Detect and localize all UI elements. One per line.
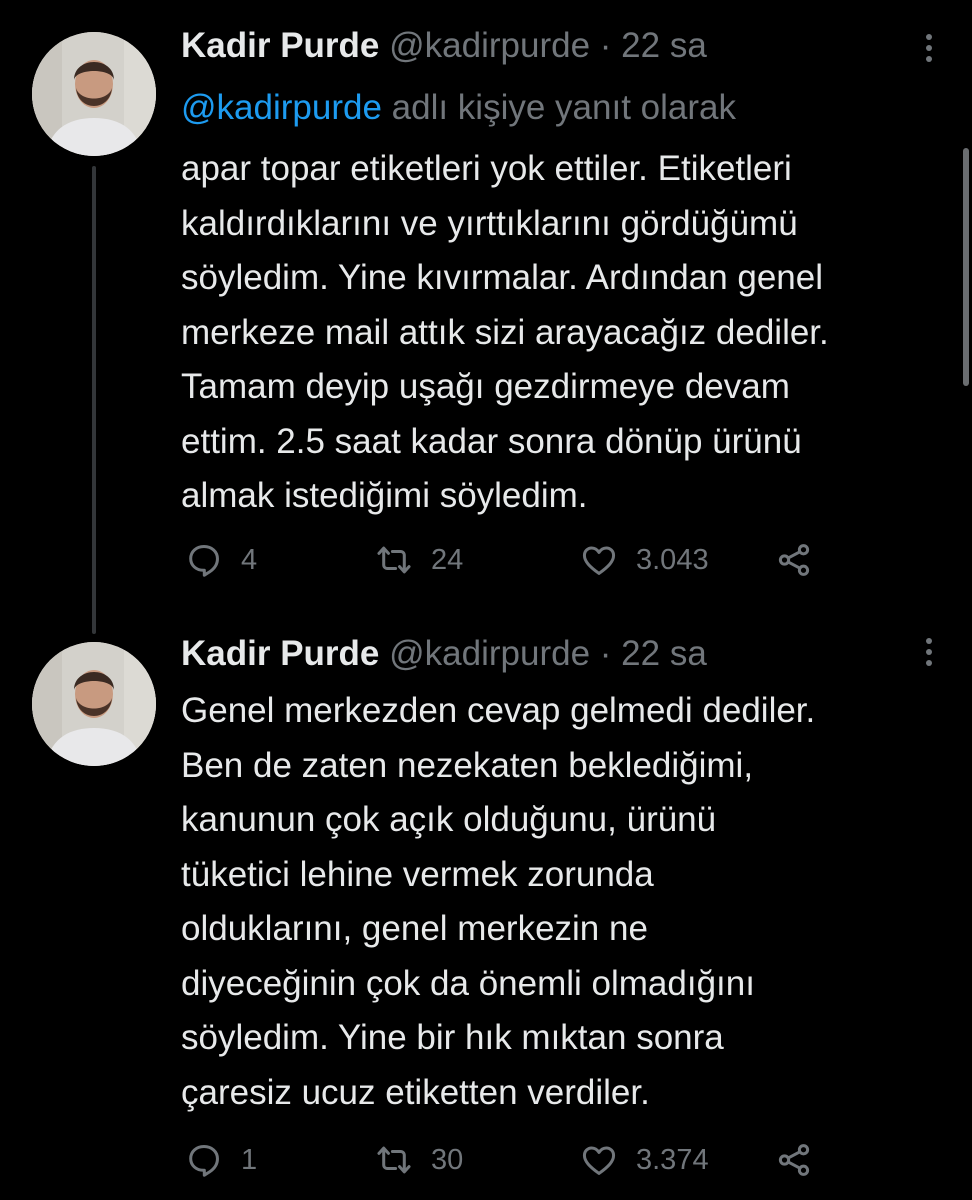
separator: · bbox=[599, 634, 612, 673]
avatar[interactable] bbox=[32, 32, 156, 156]
like-count: 3.374 bbox=[636, 1143, 709, 1176]
share-button[interactable] bbox=[775, 1140, 813, 1180]
more-options-icon bbox=[926, 34, 932, 40]
tweet-header: Kadir Purde @kadirpurde · 22 sa bbox=[181, 24, 912, 68]
reply-button[interactable]: 1 bbox=[185, 1140, 257, 1180]
more-options-button[interactable] bbox=[924, 34, 934, 67]
reply-count: 4 bbox=[241, 543, 258, 576]
more-options-button[interactable] bbox=[924, 638, 934, 671]
separator: · bbox=[599, 26, 612, 65]
like-button[interactable]: 3.374 bbox=[580, 1140, 709, 1180]
tweet-text: apar topar etiketleri yok ettiler. Etike… bbox=[181, 149, 829, 515]
more-options-icon bbox=[926, 638, 932, 644]
share-button[interactable] bbox=[775, 540, 813, 580]
reply-icon bbox=[189, 545, 219, 577]
timestamp[interactable]: 22 sa bbox=[621, 634, 707, 673]
avatar-image bbox=[32, 642, 156, 766]
retweet-icon bbox=[377, 1146, 411, 1174]
retweet-button[interactable]: 24 bbox=[375, 540, 463, 580]
timestamp[interactable]: 22 sa bbox=[621, 26, 707, 65]
like-count: 3.043 bbox=[636, 543, 709, 576]
reply-context: @kadirpurde adlı kişiye yanıt olarak bbox=[181, 86, 912, 130]
retweet-count: 30 bbox=[431, 1143, 464, 1176]
tweet-text: Genel merkezden cevap gelmedi dediler. B… bbox=[181, 691, 816, 1112]
heart-icon bbox=[582, 546, 616, 575]
avatar[interactable] bbox=[32, 642, 156, 766]
author-name[interactable]: Kadir Purde bbox=[181, 634, 379, 673]
share-icon bbox=[778, 544, 810, 576]
tweet-body: Kadir Purde @kadirpurde · 22 sa Genel me… bbox=[181, 632, 912, 1120]
avatar-image bbox=[32, 32, 156, 156]
author-handle[interactable]: @kadirpurde bbox=[389, 634, 590, 673]
author-handle[interactable]: @kadirpurde bbox=[389, 26, 590, 65]
action-bar: 1 30 3.374 bbox=[185, 1140, 825, 1180]
like-button[interactable]: 3.043 bbox=[580, 540, 709, 580]
author-name[interactable]: Kadir Purde bbox=[181, 26, 379, 65]
tweet[interactable]: Kadir Purde @kadirpurde · 22 sa @kadirpu… bbox=[0, 0, 972, 634]
retweet-button[interactable]: 30 bbox=[375, 1140, 463, 1180]
reply-context-label: adlı kişiye yanıt olarak bbox=[381, 88, 736, 127]
retweet-icon bbox=[377, 546, 411, 574]
share-icon bbox=[778, 1144, 810, 1176]
reply-count: 1 bbox=[241, 1143, 258, 1176]
thread-connector-line bbox=[92, 166, 96, 634]
action-bar: 4 24 3.043 bbox=[185, 540, 825, 580]
retweet-count: 24 bbox=[431, 543, 464, 576]
reply-button[interactable]: 4 bbox=[185, 540, 257, 580]
tweet-header: Kadir Purde @kadirpurde · 22 sa bbox=[181, 632, 912, 676]
reply-mention-link[interactable]: @kadirpurde bbox=[181, 88, 382, 127]
tweet[interactable]: Kadir Purde @kadirpurde · 22 sa Genel me… bbox=[0, 620, 972, 1200]
scrollbar-thumb[interactable] bbox=[963, 148, 969, 386]
tweet-body: Kadir Purde @kadirpurde · 22 sa @kadirpu… bbox=[181, 24, 912, 524]
reply-icon bbox=[189, 1145, 219, 1177]
heart-icon bbox=[582, 1146, 616, 1175]
